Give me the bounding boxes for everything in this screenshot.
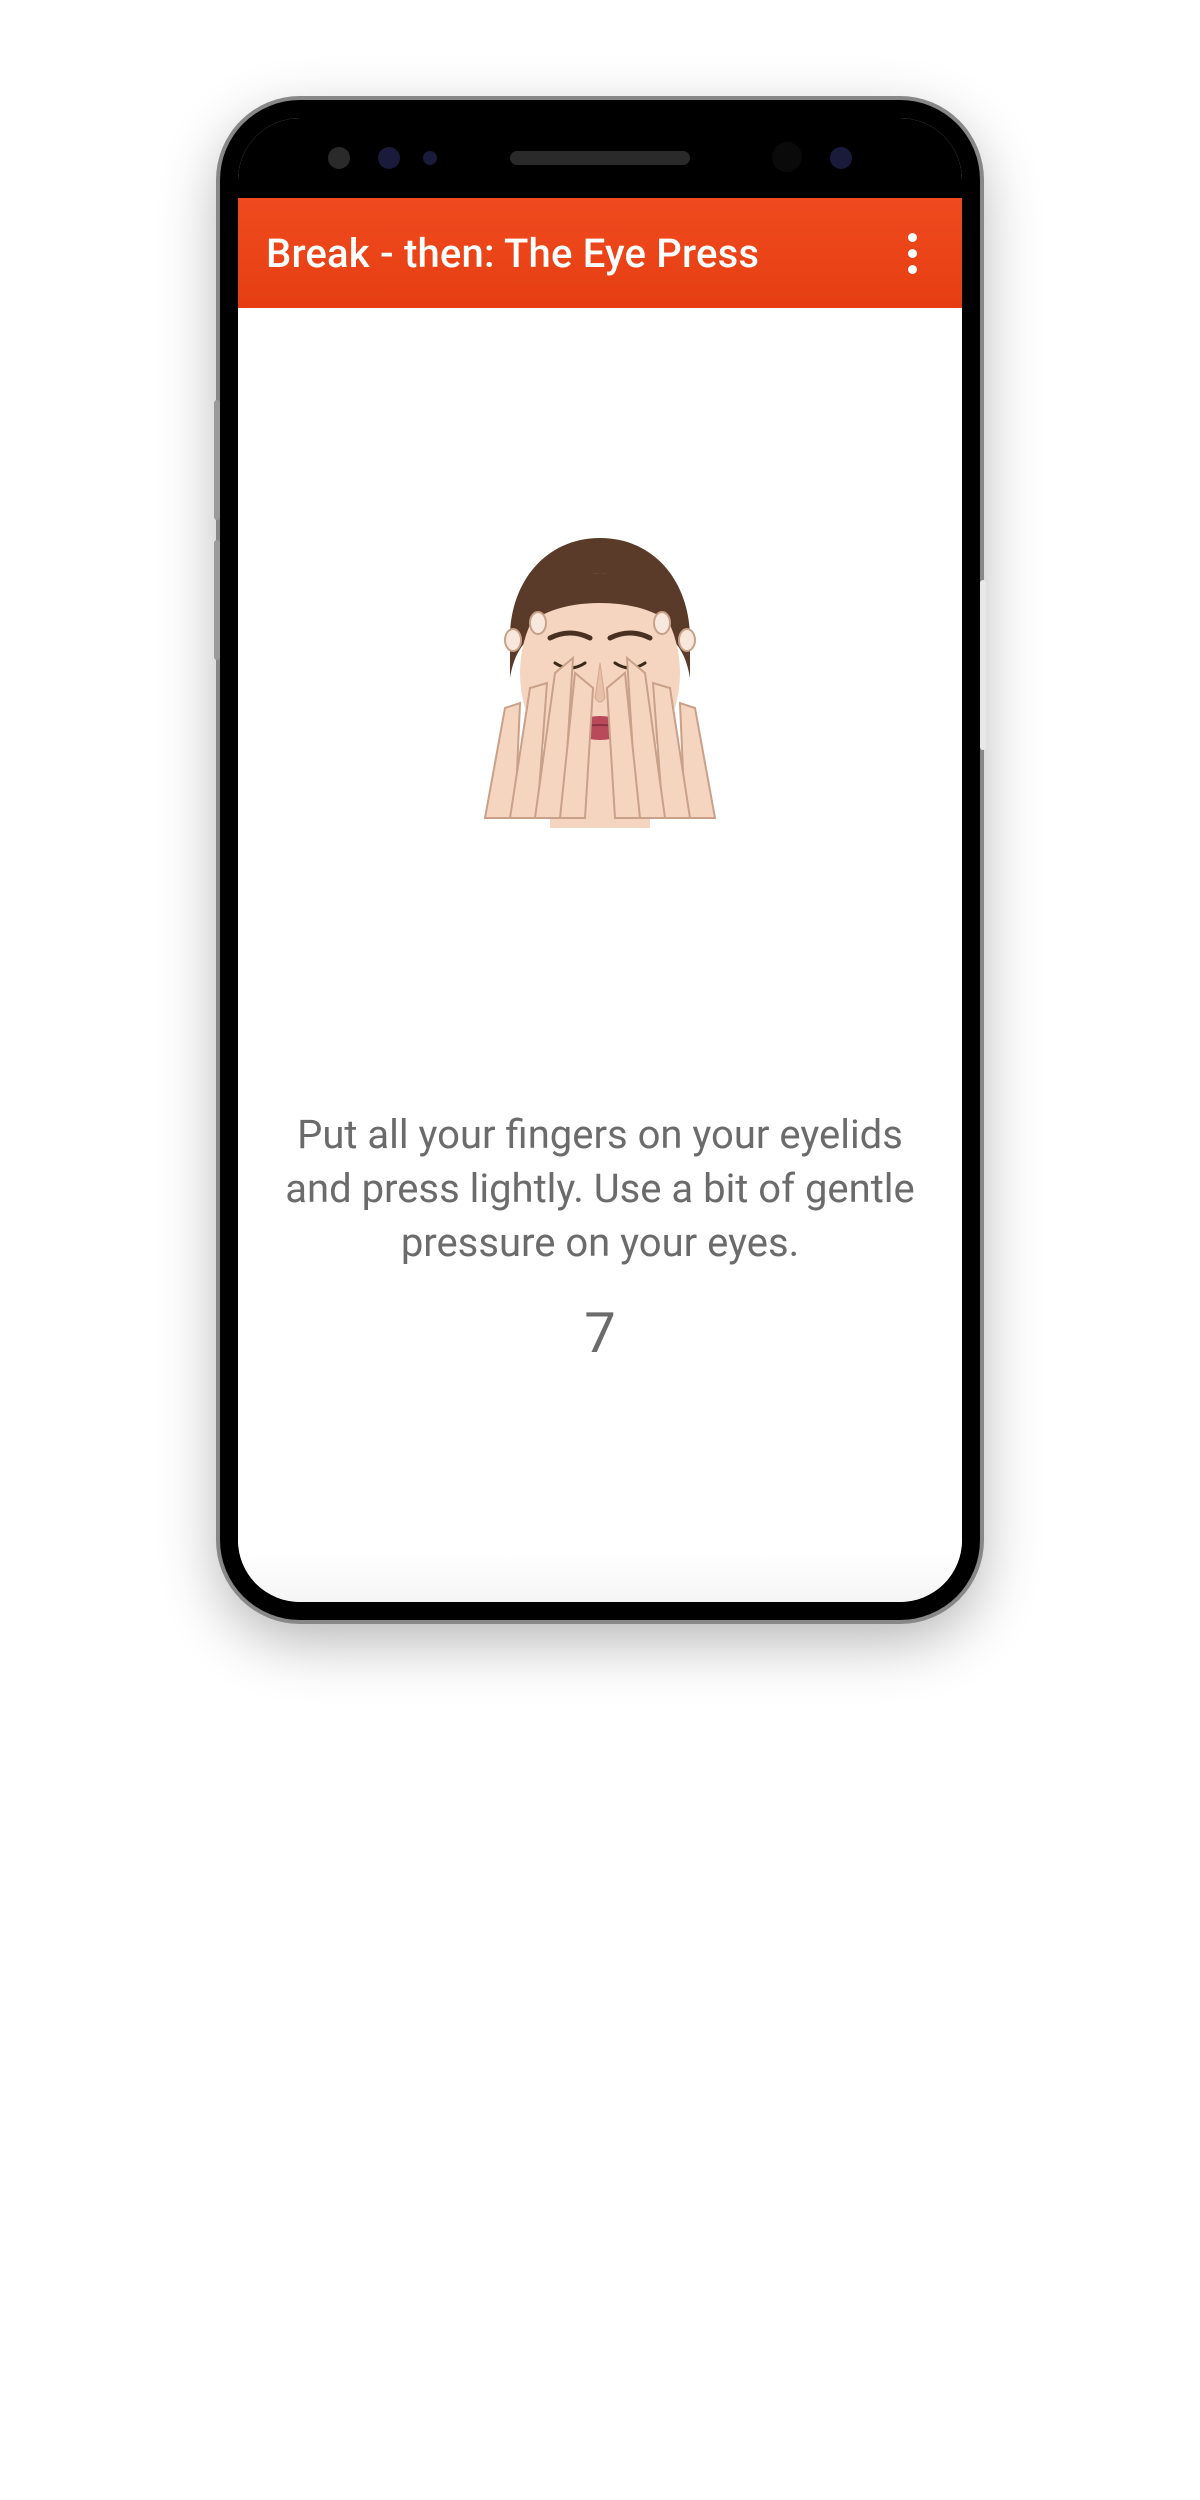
countdown-timer: 7 [584, 1300, 615, 1366]
volume-down-button [214, 540, 220, 660]
phone-frame: Break - then: The Eye Press [220, 100, 980, 1620]
power-button [980, 580, 986, 750]
sensor-dot [830, 147, 852, 169]
app-bar: Break - then: The Eye Press [238, 198, 962, 308]
sensor-dot [328, 147, 350, 169]
more-vertical-icon [908, 265, 917, 274]
eye-press-illustration [455, 528, 745, 828]
app-bar-title: Break - then: The Eye Press [266, 230, 759, 277]
exercise-instruction: Put all your fingers on your eyelids and… [280, 1108, 920, 1270]
volume-up-button [214, 400, 220, 520]
sensor-dot [378, 147, 400, 169]
overflow-menu-button[interactable] [890, 231, 934, 275]
phone-screen: Break - then: The Eye Press [238, 118, 962, 1602]
more-vertical-icon [908, 233, 917, 242]
sensor-dot [423, 151, 437, 165]
exercise-content: Put all your fingers on your eyelids and… [238, 308, 962, 1602]
earpiece-speaker [510, 151, 690, 165]
more-vertical-icon [908, 249, 917, 258]
sensor-bar [238, 118, 962, 198]
front-camera [772, 142, 802, 172]
